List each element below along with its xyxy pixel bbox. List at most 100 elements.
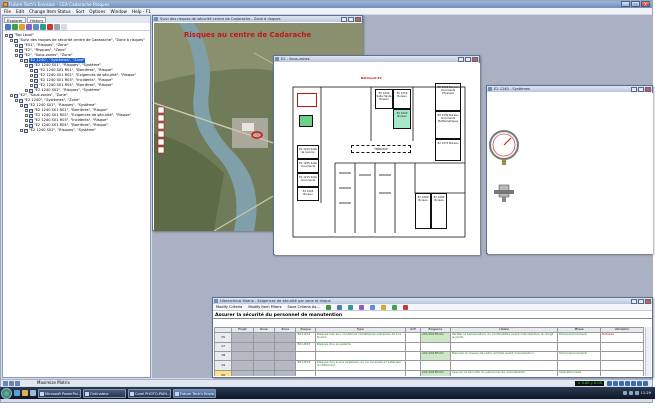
minimize-icon[interactable] — [341, 16, 347, 22]
cell-type[interactable] — [314, 351, 406, 361]
filter-icon[interactable] — [369, 304, 375, 310]
start-button[interactable] — [1, 387, 12, 399]
maximize-icon[interactable] — [348, 16, 354, 22]
new-icon[interactable] — [5, 24, 11, 30]
cell-phase[interactable]: Dimensionnement — [557, 332, 602, 343]
filter-icon[interactable] — [26, 24, 32, 30]
expand-toggle-icon[interactable] — [25, 109, 28, 112]
maximize-icon[interactable] — [638, 298, 644, 304]
expand-toggle-icon[interactable] — [30, 79, 33, 82]
cell-libelle[interactable]: Vérifier la température du combustible a… — [449, 332, 559, 343]
folder-icon[interactable] — [19, 24, 25, 30]
expand-toggle-icon[interactable] — [20, 59, 23, 62]
menu-change-item-status[interactable]: Change Item Status — [29, 9, 71, 14]
table-row[interactable]: 19 E01-R04 Risques dus à une explosion ou … — [214, 360, 644, 371]
row-number[interactable]: 18 — [214, 351, 233, 361]
matrix-icon[interactable] — [40, 24, 46, 30]
delete-icon[interactable] — [47, 24, 53, 30]
row-number[interactable]: 19 — [214, 360, 233, 371]
ie-icon[interactable] — [14, 390, 20, 396]
cell-exigence[interactable]: A01/2023Ex01 — [419, 351, 451, 361]
check-icon[interactable] — [358, 304, 364, 310]
expand-toggle-icon[interactable] — [15, 54, 18, 57]
explorer-icon[interactable] — [22, 390, 28, 396]
expand-toggle-icon[interactable] — [30, 69, 33, 72]
up-icon[interactable] — [625, 380, 630, 386]
delete-icon[interactable] — [402, 304, 408, 310]
cell-type[interactable]: Risques liés aux conditions climatiques … — [314, 332, 406, 343]
cell-risque[interactable]: E01-R02 — [295, 332, 316, 343]
menu-window[interactable]: Window — [110, 9, 127, 14]
expand-toggle-icon[interactable] — [20, 129, 23, 132]
add-icon[interactable] — [325, 304, 331, 310]
cell-type[interactable] — [314, 370, 406, 376]
expand-toggle-icon[interactable] — [30, 84, 33, 87]
desktop-icon[interactable] — [30, 390, 36, 396]
tree-node[interactable]: "E2 1240 S02", "Risques", "Système" — [5, 128, 148, 133]
cell-zone-2[interactable] — [274, 370, 297, 376]
floor-plan-window[interactable]: E2 - Sous-zones Bâtiment E2 E2 1200 Bure… — [273, 55, 480, 255]
cell-risque[interactable] — [295, 351, 316, 361]
battery-icon[interactable] — [634, 391, 639, 395]
taskbar-item[interactable]: Future Tech's Envisi... — [173, 388, 216, 398]
expand-toggle-icon[interactable] — [15, 49, 18, 52]
expand-toggle-icon[interactable] — [5, 34, 8, 37]
cell-phase[interactable]: Dimensionnement — [557, 351, 602, 361]
refresh-icon[interactable] — [12, 24, 18, 30]
expand-toggle-icon[interactable] — [10, 39, 13, 42]
close-icon[interactable] — [472, 56, 478, 62]
cell-type[interactable]: Risques dus à une explosion ou un incend… — [314, 360, 406, 371]
cell-libelle[interactable]: Assurer la sécurité du personnel de manu… — [449, 370, 559, 376]
cell-gyp[interactable] — [404, 351, 421, 361]
maximize-icon[interactable] — [465, 56, 471, 62]
expand-toggle-icon[interactable] — [25, 119, 28, 122]
row-number[interactable]: 20 — [214, 370, 233, 376]
cell-risque[interactable] — [295, 370, 316, 376]
cell-validation[interactable] — [600, 351, 644, 361]
expand-toggle-icon[interactable] — [25, 114, 28, 117]
status-icon[interactable] — [9, 381, 14, 386]
close-icon[interactable] — [645, 86, 651, 92]
cell-gyp[interactable] — [404, 370, 421, 376]
down-icon[interactable] — [631, 380, 636, 386]
cell-zone[interactable] — [252, 351, 276, 361]
expand-toggle-icon[interactable] — [25, 89, 28, 92]
close-button[interactable]: X — [641, 1, 650, 7]
cell-projet[interactable] — [231, 351, 254, 361]
close-icon[interactable] — [645, 298, 651, 304]
zoom-out-icon[interactable] — [643, 380, 648, 386]
expand-toggle-icon[interactable] — [15, 44, 18, 47]
menu-edit[interactable]: Edit — [16, 9, 24, 14]
cell-zone-2[interactable] — [274, 360, 297, 371]
minimize-icon[interactable] — [631, 86, 637, 92]
tab-explorer[interactable]: Explorer — [4, 17, 26, 23]
cell-zone[interactable] — [252, 332, 276, 343]
cell-gyp[interactable] — [404, 360, 421, 371]
clock[interactable]: 11:29 — [641, 391, 651, 395]
cell-validation[interactable] — [600, 370, 644, 376]
tab-history[interactable]: History — [26, 17, 47, 23]
expand-toggle-icon[interactable] — [25, 124, 28, 127]
minimize-icon[interactable] — [631, 298, 637, 304]
systems-window[interactable]: E2 1240 - Systèmes — [486, 85, 653, 254]
cell-phase[interactable]: Opérationnelle — [557, 370, 602, 376]
modify-criteria-button[interactable]: Modify Criteria — [216, 305, 242, 309]
pressure-gauge-graphic[interactable] — [488, 93, 653, 254]
cell-zone-2[interactable] — [274, 332, 297, 343]
cell-zone-2[interactable] — [274, 342, 297, 352]
cell-libelle[interactable]: Mesurer le niveau de radio activité avan… — [449, 351, 559, 361]
cell-exigence[interactable] — [419, 342, 451, 352]
cell-zone[interactable] — [252, 342, 276, 352]
cell-validation[interactable] — [600, 342, 644, 352]
cell-projet[interactable] — [231, 370, 254, 376]
minimize-button[interactable]: _ — [621, 1, 630, 7]
status-icon[interactable] — [15, 381, 20, 386]
taskbar-item[interactable]: Microsoft PowerPoi... — [38, 388, 81, 398]
copy-icon[interactable] — [336, 304, 342, 310]
expand-toggle-icon[interactable] — [20, 104, 23, 107]
matrix-scrollbar[interactable] — [645, 327, 651, 376]
cell-exigence[interactable]: A01/2023Ex01 — [419, 370, 451, 376]
forward-icon[interactable] — [619, 380, 624, 386]
cell-zone[interactable] — [252, 370, 276, 376]
menu-sort[interactable]: Sort — [76, 9, 85, 14]
